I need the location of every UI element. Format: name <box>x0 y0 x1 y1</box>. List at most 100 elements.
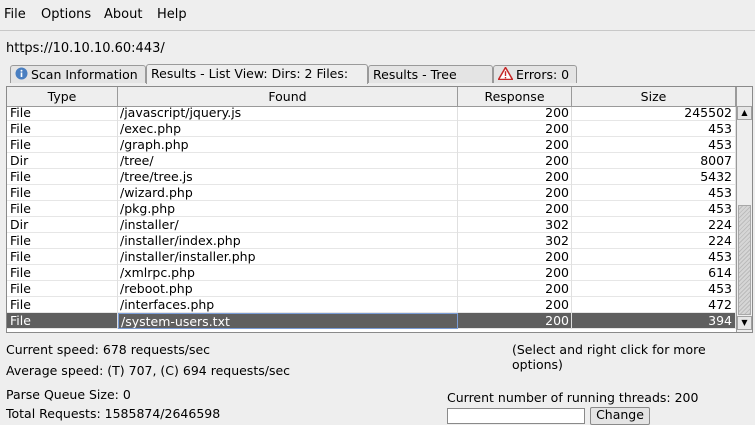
cell-response: 200 <box>458 107 572 121</box>
cell-type: File <box>7 201 118 217</box>
cell-found: /wizard.php <box>118 185 458 201</box>
table-body: File/javascript/jquery.js 200 245502 File/e… <box>7 107 736 332</box>
cell-type: File <box>7 297 118 313</box>
table-row[interactable]: File/interfaces.php 200 472 <box>7 297 736 313</box>
cell-found: /reboot.php <box>118 281 458 297</box>
cell-response: 302 <box>458 233 572 249</box>
cell-size: 453 <box>572 137 736 153</box>
tab-scan-information[interactable]: Scan Information <box>10 65 146 83</box>
table-row[interactable]: File/installer/installer.php 200 453 <box>7 249 736 265</box>
table-row[interactable]: File/tree/tree.js 200 5432 <box>7 169 736 185</box>
average-speed: Average speed: (T) 707, (C) 694 requests… <box>6 363 291 378</box>
scroll-up-button[interactable]: ▲ <box>737 106 752 120</box>
change-threads-button[interactable]: Change <box>590 407 650 425</box>
cell-type: File <box>7 233 118 249</box>
column-header-size[interactable]: Size <box>572 87 736 106</box>
total-requests: Total Requests: 1585874/2646598 <box>6 406 221 421</box>
tab-results-tree-view[interactable]: Results - Tree View <box>368 65 493 100</box>
cell-found: /graph.php <box>118 137 458 153</box>
cell-response: 200 <box>458 121 572 137</box>
cell-type: File <box>7 185 118 201</box>
tab-errors[interactable]: Errors: 0 <box>493 65 577 83</box>
cell-found: /tree/ <box>118 153 458 169</box>
cell-found: /installer/ <box>118 217 458 233</box>
column-header-found[interactable]: Found <box>118 87 458 106</box>
tab-results-list-view[interactable]: Results - List View: Dirs: 2 Files: 22 <box>146 64 368 99</box>
table-row[interactable]: File/pkg.php 200 453 <box>7 201 736 217</box>
table-row[interactable]: File/installer/index.php 302 224 <box>7 233 736 249</box>
results-table[interactable]: Type Found Response Size File/javascript… <box>6 86 753 333</box>
table-row[interactable]: File/system-users.txt 200 394 <box>7 313 736 329</box>
cell-response: 302 <box>458 217 572 233</box>
current-speed: Current speed: 678 requests/sec <box>6 342 211 357</box>
column-header-response[interactable]: Response <box>458 87 572 106</box>
menu-about[interactable]: About <box>104 7 142 22</box>
cell-response: 200 <box>458 313 572 329</box>
cell-response: 200 <box>458 297 572 313</box>
table-row[interactable]: File/xmlrpc.php 200 614 <box>7 265 736 281</box>
cell-type: File <box>7 281 118 297</box>
table-row[interactable]: File/graph.php 200 453 <box>7 137 736 153</box>
cell-found: /javascript/jquery.js <box>118 107 458 121</box>
scrollbar-thumb[interactable] <box>738 205 751 315</box>
cell-type: File <box>7 107 118 121</box>
cell-size: 453 <box>572 201 736 217</box>
info-icon <box>15 67 28 85</box>
running-threads: Current number of running threads: 200 <box>447 390 699 405</box>
cell-response: 200 <box>458 169 572 185</box>
cell-found: /tree/tree.js <box>118 169 458 185</box>
cell-type: File <box>7 313 118 329</box>
menu-bar: File Options About Help <box>0 0 755 31</box>
cell-size: 453 <box>572 121 736 137</box>
cell-size: 453 <box>572 185 736 201</box>
cell-size: 472 <box>572 297 736 313</box>
cell-type: File <box>7 137 118 153</box>
parse-queue-size: Parse Queue Size: 0 <box>6 387 131 402</box>
cell-size: 614 <box>572 265 736 281</box>
cell-response: 200 <box>458 201 572 217</box>
tab-strip: Scan Information Results - List View: Di… <box>0 64 755 100</box>
cell-size: 453 <box>572 281 736 297</box>
cell-size: 5432 <box>572 169 736 185</box>
table-row[interactable]: File/javascript/jquery.js 200 245502 <box>7 107 736 121</box>
table-row[interactable]: File/exec.php 200 453 <box>7 121 736 137</box>
scroll-down-button[interactable]: ▼ <box>737 316 752 330</box>
cell-size: 245502 <box>572 107 736 121</box>
table-row[interactable]: File/reboot.php 200 453 <box>7 281 736 297</box>
cell-found: /installer/installer.php <box>118 249 458 265</box>
tab-errors-label: Errors: 0 <box>516 67 570 82</box>
table-row[interactable]: File/wizard.php 200 453 <box>7 185 736 201</box>
cell-type: Dir <box>7 217 118 233</box>
threads-input[interactable] <box>447 408 585 424</box>
cell-type: Dir <box>7 153 118 169</box>
cell-response: 200 <box>458 185 572 201</box>
column-header-type[interactable]: Type <box>7 87 118 106</box>
cell-size: 224 <box>572 217 736 233</box>
cell-found: /system-users.txt <box>118 313 458 329</box>
context-hint: (Select and right click for more options… <box>512 342 706 372</box>
cell-type: File <box>7 121 118 137</box>
cell-response: 200 <box>458 281 572 297</box>
cell-type: File <box>7 169 118 185</box>
cell-found: /installer/index.php <box>118 233 458 249</box>
cell-response: 200 <box>458 265 572 281</box>
cell-type: File <box>7 249 118 265</box>
cell-found: /pkg.php <box>118 201 458 217</box>
cell-found: /xmlrpc.php <box>118 265 458 281</box>
cell-found: /exec.php <box>118 121 458 137</box>
menu-options[interactable]: Options <box>41 7 91 22</box>
menu-file[interactable]: File <box>4 7 26 22</box>
cell-size: 394 <box>572 313 736 329</box>
cell-found: /interfaces.php <box>118 297 458 313</box>
cell-size: 453 <box>572 249 736 265</box>
table-header: Type Found Response Size <box>7 87 736 107</box>
tab-scan-information-label: Scan Information <box>31 67 138 82</box>
table-row[interactable]: Dir/installer/302 224 <box>7 217 736 233</box>
cell-response: 200 <box>458 153 572 169</box>
cell-type: File <box>7 265 118 281</box>
warning-icon <box>497 65 514 85</box>
cell-response: 200 <box>458 249 572 265</box>
menu-help[interactable]: Help <box>157 7 187 22</box>
vertical-scrollbar[interactable]: ▲ ▼ <box>736 87 752 332</box>
table-row[interactable]: Dir/tree/200 8007 <box>7 153 736 169</box>
